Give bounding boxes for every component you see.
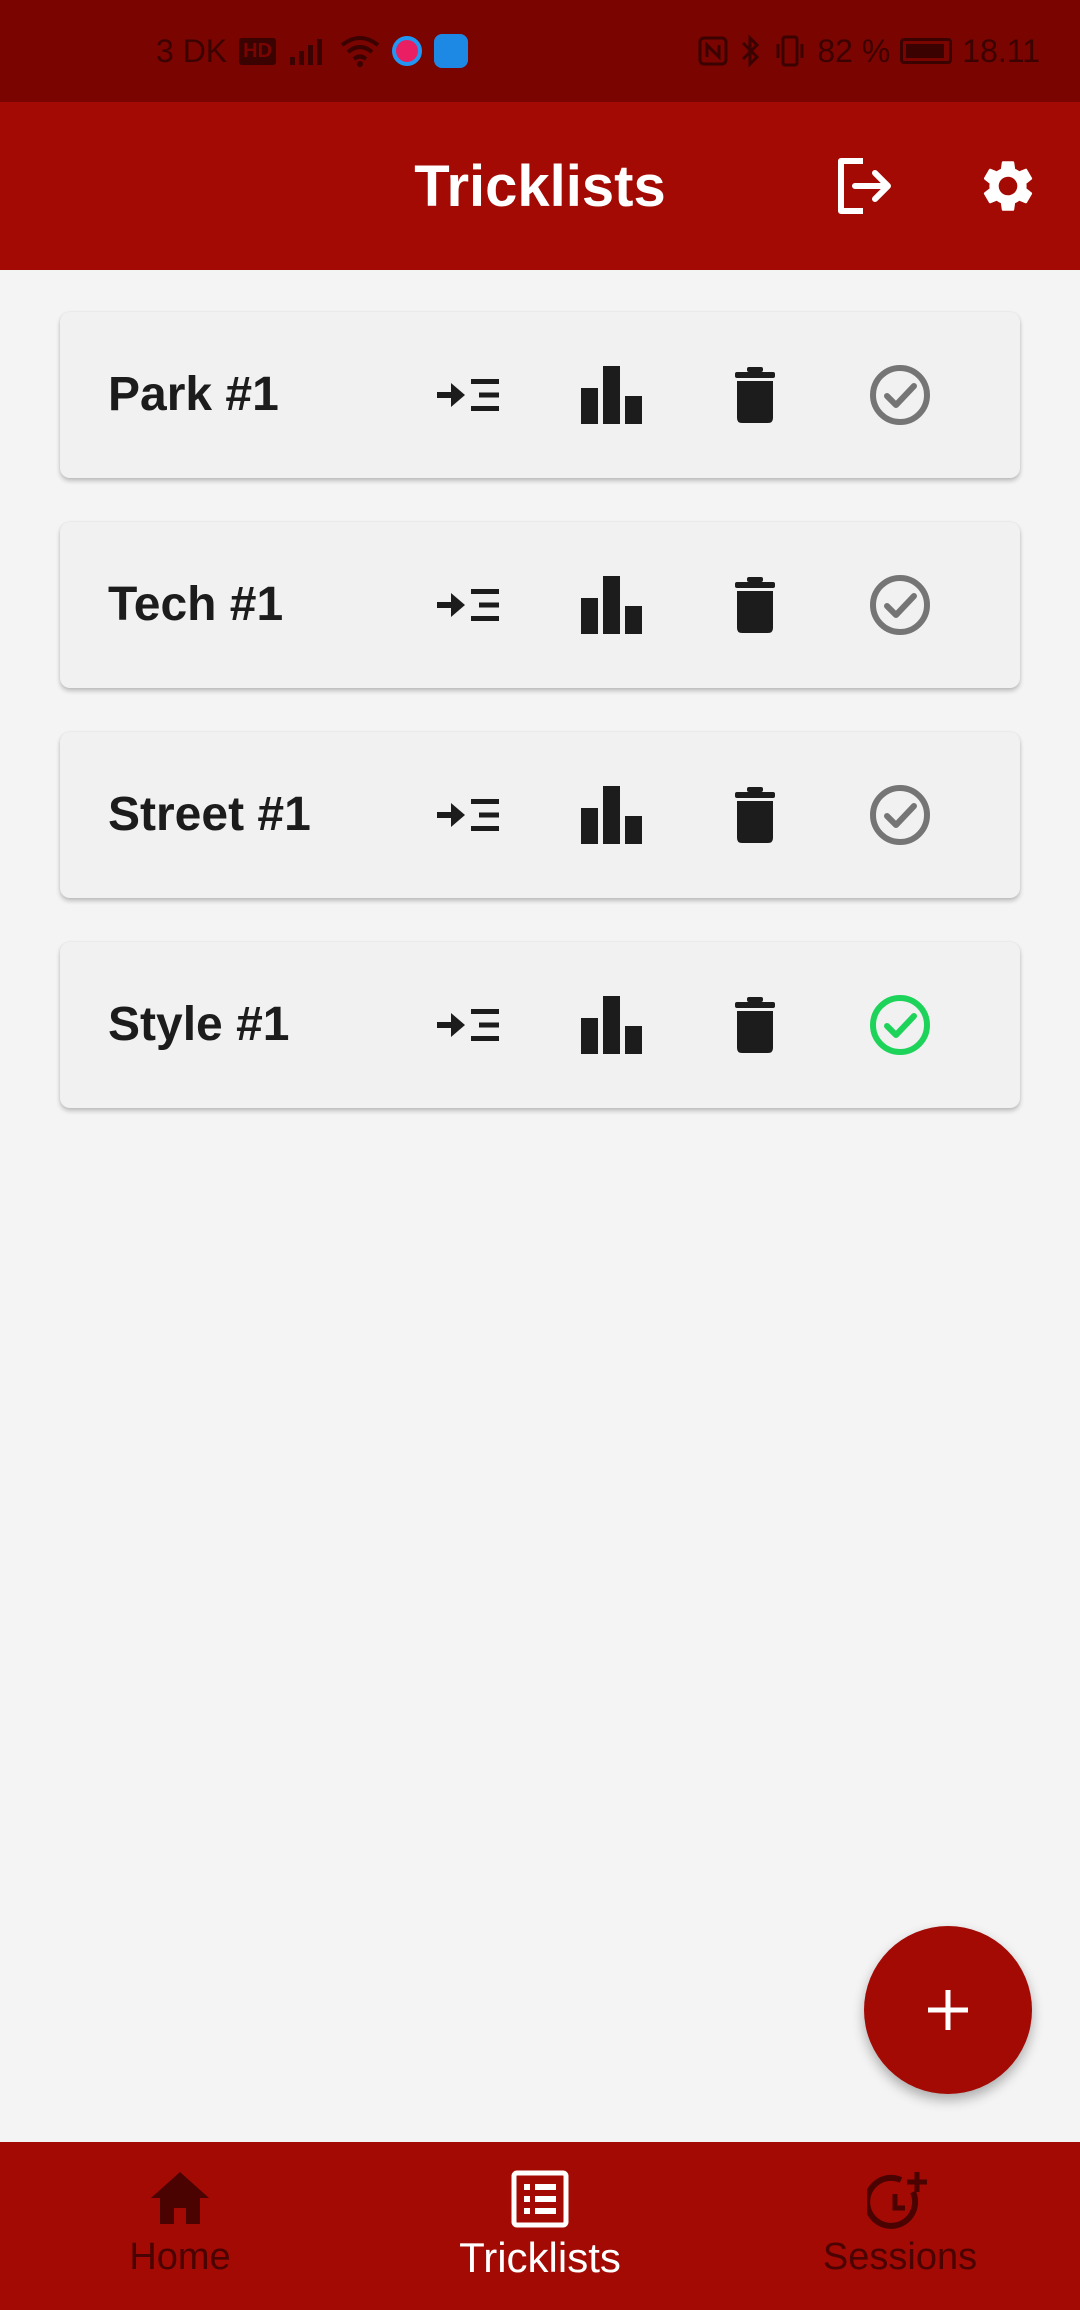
nav-home-label: Home [129,2236,231,2278]
assistant-notification-icon [434,34,469,68]
tricklist-card[interactable]: Style #1 [60,942,1020,1108]
start-list-icon [437,1009,499,1041]
delete-button[interactable] [715,775,795,855]
vibrate-icon [776,35,804,67]
add-tricklist-button[interactable] [864,1926,1032,2094]
delete-button[interactable] [715,355,795,435]
tricklist-name: Style #1 [108,998,290,1051]
hd-badge: HD [239,37,277,65]
tricklist-card[interactable]: Street #1 [60,732,1020,898]
nav-sessions[interactable]: Sessions [720,2142,1080,2310]
delete-button[interactable] [715,985,795,1065]
app-bar: Tricklists [0,102,1080,270]
page-title: Tricklists [414,153,666,219]
start-list-icon [437,379,499,411]
logout-icon [838,158,891,214]
tricklist-card[interactable]: Park #1 [60,312,1020,478]
start-session-button[interactable] [428,355,508,435]
statistics-button[interactable] [572,355,652,435]
list-icon [511,2170,569,2228]
tricklist-name: Street #1 [108,788,311,841]
complete-toggle[interactable] [860,985,940,1065]
complete-toggle[interactable] [860,565,940,645]
plus-icon [928,1990,968,2030]
tricklist-name: Tech #1 [108,578,284,631]
signal-icon [290,39,323,65]
trash-icon [735,367,775,423]
nfc-icon [698,36,728,66]
status-right: 82 % 18.11 [697,0,1040,102]
start-session-button[interactable] [428,985,508,1065]
carrier-label: 3 DK [156,32,228,69]
gear-icon [983,161,1033,211]
bottom-nav: Home Tricklists Sessions [0,2142,1080,2310]
start-session-button[interactable] [428,565,508,645]
clock: 18.11 [962,32,1040,69]
bluetooth-icon [742,34,760,68]
nav-tricklists-label: Tricklists [459,2234,621,2281]
nav-home[interactable]: Home [0,2142,360,2310]
bar-chart-icon [581,366,642,424]
start-session-button[interactable] [428,775,508,855]
status-left: 3 DK HD [156,0,469,102]
statistics-button[interactable] [572,775,652,855]
complete-toggle[interactable] [860,355,940,435]
check-circle-icon [870,995,930,1055]
nav-sessions-label: Sessions [822,2236,978,2278]
statistics-button[interactable] [572,565,652,645]
nav-tricklists[interactable]: Tricklists [360,2142,720,2310]
battery-percent: 82 % [817,32,891,69]
trash-icon [735,997,775,1053]
status-bar: 3 DK HD 82 % 18.11 [0,0,1080,102]
bar-chart-icon [581,786,642,844]
delete-button[interactable] [715,565,795,645]
statistics-button[interactable] [572,985,652,1065]
start-list-icon [437,799,499,831]
bar-chart-icon [581,996,642,1054]
tricklist-name: Park #1 [108,368,279,421]
trash-icon [735,787,775,843]
home-icon [151,2172,209,2224]
tricklist-card[interactable]: Tech #1 [60,522,1020,688]
check-circle-icon [870,365,930,425]
bar-chart-icon [581,576,642,634]
session-clock-add-icon [867,2172,927,2229]
logout-button[interactable] [826,148,902,224]
start-list-icon [437,589,499,621]
check-circle-icon [870,575,930,635]
settings-button[interactable] [970,148,1046,224]
battery-icon [900,38,953,64]
wifi-icon [340,36,380,67]
app-notification-icon [392,36,423,66]
check-circle-icon [870,785,930,845]
complete-toggle[interactable] [860,775,940,855]
trash-icon [735,577,775,633]
